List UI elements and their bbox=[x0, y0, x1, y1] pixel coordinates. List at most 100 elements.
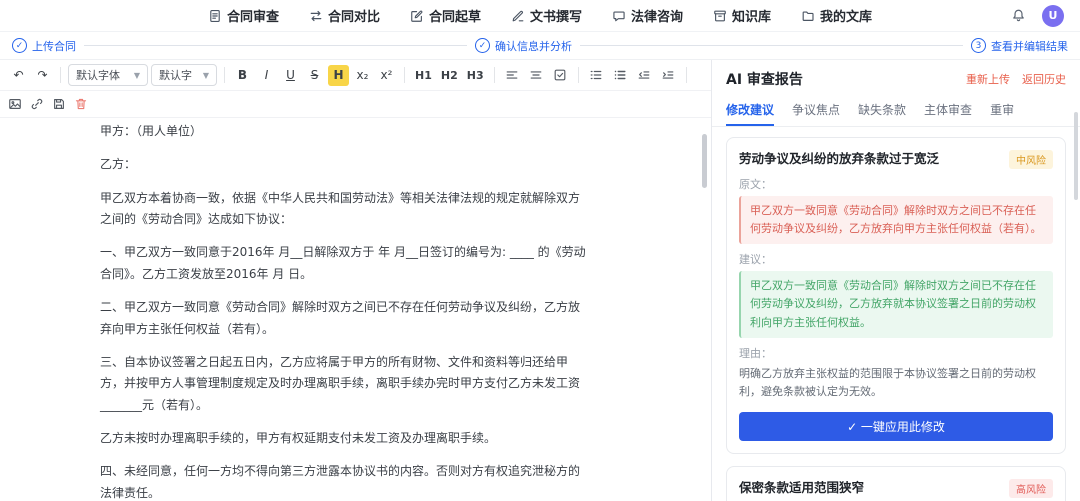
align-left-icon[interactable] bbox=[502, 65, 523, 85]
document-paragraph[interactable]: 三、自本协议签署之日起五日内，乙方应将属于甲方的所有财物、文件和资料等归还给甲方… bbox=[100, 352, 591, 416]
panel-title: AI 审查报告 bbox=[726, 69, 803, 89]
toolbar-separator bbox=[224, 67, 225, 83]
bold-button[interactable]: B bbox=[232, 65, 253, 86]
step-number: 3 bbox=[971, 38, 986, 53]
risk-badge-high: 高风险 bbox=[1009, 479, 1053, 498]
suggestion-text: 甲乙双方一致同意《劳动合同》解除时双方之间已不存在任何劳动争议及纠纷，乙方放弃就… bbox=[739, 271, 1053, 337]
step-upload-contract[interactable]: ✓ 上传合同 bbox=[12, 38, 76, 54]
toolbar-separator bbox=[494, 67, 495, 83]
nav-item-legal-consult[interactable]: 法律咨询 bbox=[612, 6, 683, 25]
undo-icon[interactable]: ↶ bbox=[8, 65, 29, 86]
superscript-button[interactable]: x² bbox=[376, 65, 397, 86]
user-avatar[interactable]: U bbox=[1042, 5, 1064, 27]
editor-scrollbar-thumb[interactable] bbox=[702, 134, 707, 188]
review-cards-list: 劳动争议及纠纷的放弃条款过于宽泛 中风险 原文： 甲乙双方一致同意《劳动合同》解… bbox=[712, 127, 1080, 501]
panel-scrollbar-thumb[interactable] bbox=[1074, 112, 1078, 200]
review-card-confidentiality: 保密条款适用范围狭窄 高风险 原文： 未经同意，任何一方均不得向第三方泄露本协议… bbox=[726, 466, 1066, 501]
toolbar-separator bbox=[686, 67, 687, 83]
strikethrough-button[interactable]: S bbox=[304, 65, 325, 86]
font-family-select[interactable]: 默认字体 ▼ bbox=[68, 64, 148, 86]
folder-icon bbox=[801, 9, 815, 23]
nav-item-contract-draft[interactable]: 合同起草 bbox=[410, 6, 481, 25]
tab-missing-clauses[interactable]: 缺失条款 bbox=[858, 94, 906, 126]
nav-item-label: 法律咨询 bbox=[631, 6, 683, 25]
heading2-button[interactable]: H2 bbox=[438, 65, 461, 86]
top-nav: 合同审查 合同对比 合同起草 文书撰写 法律咨询 知识库 我的文库 bbox=[0, 0, 1080, 32]
nav-item-label: 文书撰写 bbox=[530, 6, 582, 25]
original-label: 原文： bbox=[739, 176, 1053, 192]
heading3-button[interactable]: H3 bbox=[464, 65, 487, 86]
tab-rereview[interactable]: 重审 bbox=[990, 94, 1014, 126]
nav-item-label: 我的文库 bbox=[820, 6, 872, 25]
save-icon[interactable] bbox=[52, 94, 66, 114]
task-list-icon[interactable] bbox=[550, 65, 571, 85]
reupload-link[interactable]: 重新上传 bbox=[966, 71, 1010, 87]
draft-edit-icon bbox=[410, 9, 424, 23]
subscript-button[interactable]: x₂ bbox=[352, 65, 373, 86]
step-done-icon: ✓ bbox=[475, 38, 490, 53]
card-title: 劳动争议及纠纷的放弃条款过于宽泛 bbox=[739, 150, 939, 168]
step-connector bbox=[84, 45, 467, 46]
heading1-button[interactable]: H1 bbox=[412, 65, 435, 86]
nav-item-contract-compare[interactable]: 合同对比 bbox=[309, 6, 380, 25]
archive-box-icon bbox=[713, 9, 727, 23]
document-body[interactable]: 甲方：（用人单位） 乙方： 甲乙双方本着协商一致，依据《中华人民共和国劳动法》等… bbox=[100, 121, 591, 501]
report-tabs: 修改建议 争议焦点 缺失条款 主体审查 重审 bbox=[712, 94, 1080, 127]
font-size-select[interactable]: 默认字 ▼ bbox=[151, 64, 217, 86]
insert-image-icon[interactable] bbox=[8, 94, 22, 114]
progress-steps: ✓ 上传合同 ✓ 确认信息并分析 3 查看并编辑结果 bbox=[0, 32, 1080, 60]
step-done-icon: ✓ bbox=[12, 38, 27, 53]
nav-item-knowledge-base[interactable]: 知识库 bbox=[713, 6, 771, 25]
underline-button[interactable]: U bbox=[280, 65, 301, 86]
ordered-list-icon[interactable] bbox=[586, 65, 607, 85]
compare-arrows-icon bbox=[309, 9, 323, 23]
redo-icon[interactable]: ↷ bbox=[32, 65, 53, 86]
highlight-button[interactable]: H bbox=[328, 65, 349, 86]
document-editor: ↶ ↷ 默认字体 ▼ 默认字 ▼ B I U S H x₂ x² H1 H2 H… bbox=[0, 60, 712, 501]
chevron-down-icon: ▼ bbox=[203, 71, 209, 80]
toolbar-separator bbox=[60, 67, 61, 83]
notification-bell-icon[interactable] bbox=[1011, 8, 1026, 23]
step-confirm-analyze[interactable]: ✓ 确认信息并分析 bbox=[475, 38, 572, 54]
document-paragraph[interactable]: 乙方未按时办理离职手续的，甲方有权延期支付未发工资及办理离职手续。 bbox=[100, 428, 591, 449]
align-center-icon[interactable] bbox=[526, 65, 547, 85]
card-title: 保密条款适用范围狭窄 bbox=[739, 479, 864, 497]
nav-item-document-writing[interactable]: 文书撰写 bbox=[511, 6, 582, 25]
nav-item-label: 合同对比 bbox=[328, 6, 380, 25]
tab-suggestions[interactable]: 修改建议 bbox=[726, 94, 774, 126]
step-connector bbox=[580, 45, 963, 46]
document-area[interactable]: 甲方：（用人单位） 乙方： 甲乙双方本着协商一致，依据《中华人民共和国劳动法》等… bbox=[0, 118, 711, 501]
unordered-list-icon[interactable] bbox=[610, 65, 631, 85]
contract-review-icon bbox=[208, 9, 222, 23]
toolbar-separator bbox=[404, 67, 405, 83]
pen-icon bbox=[511, 9, 525, 23]
outdent-icon[interactable] bbox=[634, 65, 655, 85]
document-paragraph[interactable]: 甲方：（用人单位） bbox=[100, 121, 591, 142]
risk-badge-medium: 中风险 bbox=[1009, 150, 1053, 169]
original-text: 甲乙双方一致同意《劳动合同》解除时双方之间已不存在任何劳动争议及纠纷，乙方放弃向… bbox=[739, 196, 1053, 244]
review-card-labor-dispute: 劳动争议及纠纷的放弃条款过于宽泛 中风险 原文： 甲乙双方一致同意《劳动合同》解… bbox=[726, 137, 1066, 454]
apply-fix-button[interactable]: ✓ 一键应用此修改 bbox=[739, 412, 1053, 441]
nav-item-label: 知识库 bbox=[732, 6, 771, 25]
document-paragraph[interactable]: 二、甲乙双方一致同意《劳动合同》解除时双方之间已不存在任何劳动争议及纠纷，乙方放… bbox=[100, 297, 591, 340]
nav-item-contract-review[interactable]: 合同审查 bbox=[208, 6, 279, 25]
delete-trash-icon[interactable] bbox=[74, 94, 88, 114]
nav-item-my-library[interactable]: 我的文库 bbox=[801, 6, 872, 25]
insert-link-icon[interactable] bbox=[30, 94, 44, 114]
italic-button[interactable]: I bbox=[256, 65, 277, 86]
indent-icon[interactable] bbox=[658, 65, 679, 85]
document-paragraph[interactable]: 甲乙双方本着协商一致，依据《中华人民共和国劳动法》等相关法律法规的规定就解除双方… bbox=[100, 188, 591, 231]
ai-review-panel: AI 审查报告 重新上传 返回历史 修改建议 争议焦点 缺失条款 主体审查 重审… bbox=[712, 60, 1080, 501]
step-view-edit-result[interactable]: 3 查看并编辑结果 bbox=[971, 38, 1068, 54]
tab-subject-review[interactable]: 主体审查 bbox=[924, 94, 972, 126]
tab-dispute-focus[interactable]: 争议焦点 bbox=[792, 94, 840, 126]
document-paragraph[interactable]: 一、甲乙双方一致同意于2016年 月__日解除双方于 年 月__日签订的编号为:… bbox=[100, 242, 591, 285]
toolbar-separator bbox=[578, 67, 579, 83]
reason-text: 明确乙方放弃主张权益的范围限于本协议签署之日前的劳动权利，避免条款被认定为无效。 bbox=[739, 365, 1053, 401]
document-paragraph[interactable]: 四、未经同意，任何一方均不得向第三方泄露本协议书的内容。否则对方有权追究泄秘方的… bbox=[100, 461, 591, 501]
back-history-link[interactable]: 返回历史 bbox=[1022, 71, 1066, 87]
nav-item-label: 合同起草 bbox=[429, 6, 481, 25]
editor-toolbar: ↶ ↷ 默认字体 ▼ 默认字 ▼ B I U S H x₂ x² H1 H2 H… bbox=[0, 60, 711, 91]
chevron-down-icon: ▼ bbox=[134, 71, 140, 80]
document-paragraph[interactable]: 乙方： bbox=[100, 154, 591, 175]
